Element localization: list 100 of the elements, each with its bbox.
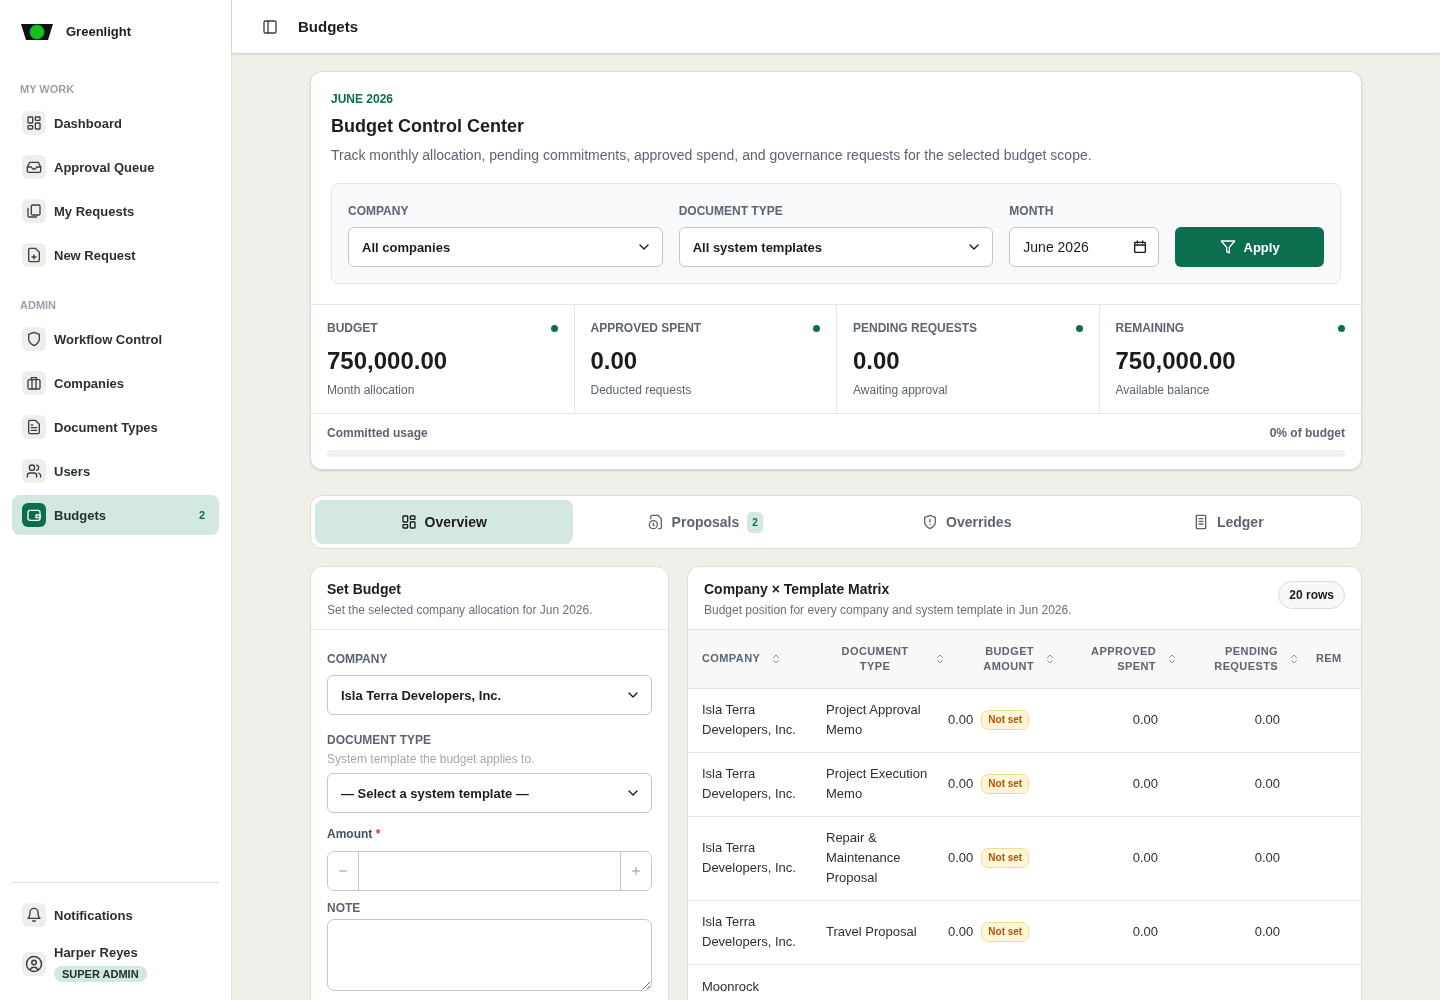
nav-item[interactable]: Users: [12, 451, 219, 491]
tab[interactable]: Ledger: [1099, 500, 1357, 544]
table-cell: Isla Terra Developers, Inc.: [702, 702, 796, 737]
note-field[interactable]: [327, 919, 652, 991]
month-label: JUNE 2026: [331, 92, 395, 106]
select-field[interactable]: All companies: [348, 227, 663, 267]
table-cell-text: 0.00: [948, 923, 974, 941]
dashboard-icon: [400, 514, 417, 530]
sort-icon: [1166, 652, 1178, 665]
stat-value: 750,000.00: [1115, 347, 1237, 375]
nav-item[interactable]: New Request: [12, 235, 219, 275]
status-badge: Not set: [981, 710, 1030, 730]
nav-item[interactable]: Notifications: [12, 895, 219, 935]
shield-icon: [26, 331, 42, 347]
traffic-light-logo: [20, 21, 54, 42]
table-cell: Travel Proposal: [826, 924, 917, 939]
role-badge: SUPER ADMIN: [54, 966, 147, 982]
filter-icon: [1219, 239, 1236, 255]
table-cell: 0.00: [1132, 924, 1158, 939]
stat-caption: Deducted requests: [590, 383, 693, 397]
select-field[interactable]: All system templates: [678, 227, 994, 267]
stat-value: 750,000.00: [327, 347, 449, 375]
documents-icon: [26, 203, 42, 219]
tab[interactable]: Overview: [315, 500, 573, 544]
table-cell: Isla Terra Developers, Inc.: [702, 914, 796, 949]
field-label: DOCUMENT TYPE: [327, 733, 432, 747]
apply-button[interactable]: Apply: [1175, 227, 1324, 267]
status-badge: Not set: [981, 848, 1030, 868]
briefcase-icon: [26, 375, 42, 391]
table-cell: 0.00: [1132, 776, 1158, 791]
table-cell: Isla Terra Developers, Inc.: [702, 840, 796, 875]
status-badge: Not set: [981, 922, 1030, 942]
shield-alert-icon: [922, 514, 939, 530]
users-icon: [26, 463, 42, 479]
table-cell: 0.00: [1254, 924, 1280, 939]
dashboard-icon: [26, 115, 42, 131]
table-cell-text: 0.00: [948, 849, 974, 867]
plus-icon: [630, 865, 642, 877]
table-cell: Project Approval Memo: [826, 702, 921, 737]
tab[interactable]: Overrides: [838, 500, 1096, 544]
column-header[interactable]: COMPANY: [702, 651, 761, 667]
field-label: Amount *: [327, 827, 382, 841]
table-cell: Project Execution Memo: [826, 766, 928, 801]
nav-item[interactable]: Budgets 2: [12, 495, 219, 535]
select-field[interactable]: Isla Terra Developers, Inc.: [327, 675, 652, 715]
card-subtitle: Set the selected company allocation for Jun 2026.: [327, 603, 594, 617]
field-label: COMPANY: [348, 204, 410, 218]
bell-icon: [26, 907, 42, 923]
sort-icon: [1044, 652, 1056, 665]
table-cell-text: 0.00: [948, 775, 974, 793]
document-icon: [26, 419, 42, 435]
sidebar-toggle-icon: [262, 18, 278, 35]
card-title: Budget Control Center: [331, 116, 525, 137]
table-cell: 0.00: [1132, 850, 1158, 865]
stat-caption: Month allocation: [327, 383, 416, 397]
section-heading: MY WORK: [19, 82, 76, 97]
inbox-icon: [26, 159, 42, 175]
brand-name: Greenlight: [66, 24, 131, 39]
card-title: Set Budget: [327, 581, 402, 597]
stat-value: 0.00: [853, 347, 901, 375]
card-subtitle: Budget position for every company and system template in Jun 2026.: [704, 603, 1072, 617]
amount-field[interactable]: [327, 851, 652, 891]
status-dot: [1338, 324, 1345, 332]
usage-reading: 0% of budget: [1269, 426, 1345, 440]
table-cell-text: 0.00: [948, 711, 974, 729]
card-title: Company × Template Matrix: [704, 581, 891, 597]
table-cell: Moonrock: [702, 978, 760, 994]
count-badge: 2: [747, 511, 763, 533]
nav-item[interactable]: Approval Queue: [12, 147, 219, 187]
tab[interactable]: Proposals 2: [576, 500, 834, 544]
table-cell: 0.00: [1254, 850, 1280, 865]
field-label: MONTH: [1009, 204, 1055, 218]
stat-value: 0.00: [590, 347, 639, 375]
file-clock-icon: [647, 514, 664, 530]
usage-label: Committed usage: [327, 426, 428, 440]
stat-label: BUDGET: [327, 321, 378, 335]
nav-item[interactable]: My Requests: [12, 191, 219, 231]
row-count-badge: 20 rows: [1278, 581, 1345, 609]
status-dot: [813, 324, 820, 332]
stat-label: PENDING REQUESTS: [853, 321, 978, 335]
stat-label: REMAINING: [1115, 321, 1185, 335]
status-dot: [1075, 324, 1083, 332]
nav-item[interactable]: Companies: [12, 363, 219, 403]
nav-item[interactable]: Workflow Control: [12, 319, 219, 359]
user-name: Harper Reyes: [54, 945, 139, 960]
card-description: Track monthly allocation, pending commitments, approved spend, and governance requests for the selected budget scope.: [331, 147, 1093, 163]
select-field[interactable]: — Select a system template —: [327, 773, 652, 813]
stat-caption: Available balance: [1115, 383, 1211, 397]
stat-caption: Awaiting approval: [853, 383, 949, 397]
file-plus-icon: [26, 247, 42, 263]
page-title: Budgets: [298, 18, 358, 35]
count-label: 2: [198, 509, 206, 521]
month-field[interactable]: June 2026: [1009, 227, 1160, 267]
column-header[interactable]: REM: [1316, 651, 1342, 667]
user-icon: [25, 954, 43, 973]
nav-item[interactable]: Dashboard: [12, 103, 219, 143]
sort-icon: [934, 652, 946, 665]
nav-item[interactable]: Document Types: [12, 407, 219, 447]
table-cell: 0.00: [1132, 712, 1158, 727]
status-dot: [550, 324, 558, 332]
